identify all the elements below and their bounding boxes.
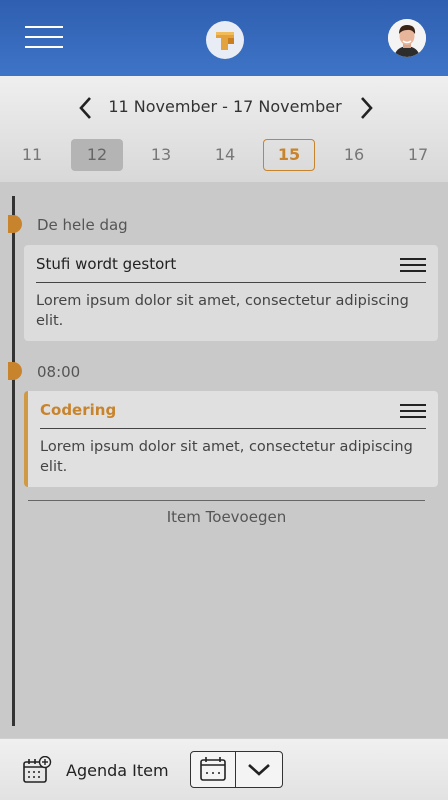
timeline-marker — [8, 215, 22, 233]
chevron-right-icon[interactable] — [356, 96, 376, 120]
week-range-label: 11 November - 17 November — [108, 97, 342, 116]
card-title: Codering — [40, 401, 117, 419]
day-12[interactable]: 12 — [71, 139, 123, 171]
day-15[interactable]: 15 — [263, 139, 315, 171]
agenda-card[interactable]: Stufi wordt gestort Lorem ipsum dolor si… — [24, 245, 438, 341]
card-menu-icon[interactable] — [400, 258, 426, 272]
chevron-left-icon[interactable] — [76, 96, 96, 120]
card-divider — [36, 282, 426, 283]
add-item-divider — [28, 500, 425, 501]
app-logo-icon — [206, 21, 244, 59]
timeline-marker — [8, 362, 22, 380]
timeline-line — [12, 196, 15, 726]
card-title: Stufi wordt gestort — [36, 255, 177, 273]
top-bar — [0, 0, 448, 76]
day-selector: 11 12 13 14 15 16 17 — [0, 139, 448, 171]
chevron-down-icon[interactable] — [237, 752, 282, 787]
card-menu-icon[interactable] — [400, 404, 426, 418]
day-11[interactable]: 11 — [6, 139, 58, 171]
day-14[interactable]: 14 — [199, 139, 251, 171]
card-description: Lorem ipsum dolor sit amet, consectetur … — [40, 439, 413, 475]
add-item-button[interactable]: Item Toevoegen — [28, 508, 425, 526]
card-divider — [40, 428, 426, 429]
card-description: Lorem ipsum dolor sit amet, consectetur … — [36, 293, 409, 329]
calendar-icon — [200, 757, 226, 781]
hamburger-menu-icon[interactable] — [25, 26, 63, 48]
agenda-card-highlighted[interactable]: Codering Lorem ipsum dolor sit amet, con… — [24, 391, 438, 487]
day-17[interactable]: 17 — [392, 139, 444, 171]
calendar-view-button[interactable] — [191, 752, 236, 787]
calendar-add-icon — [22, 755, 52, 784]
view-selector — [190, 751, 283, 788]
day-16[interactable]: 16 — [328, 139, 380, 171]
day-13[interactable]: 13 — [135, 139, 187, 171]
user-avatar-icon[interactable] — [388, 19, 426, 57]
all-day-label: De hele dag — [37, 216, 128, 234]
agenda-item-label: Agenda Item — [66, 761, 169, 780]
time-label: 08:00 — [37, 363, 81, 381]
